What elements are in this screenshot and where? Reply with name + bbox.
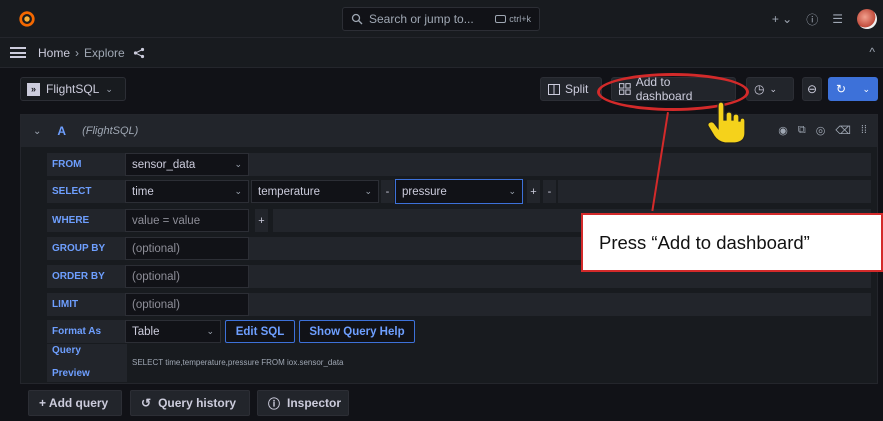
query-row-header[interactable]: ⌄ A (FlightSQL) ◉ ⧉ ◎ ⌫ ⁞⁞ (21, 115, 877, 147)
breadcrumb-bar: Home › Explore ^ (0, 38, 883, 68)
query-row-actions: ◉ ⧉ ◎ ⌫ ⁞⁞ (778, 124, 867, 137)
order-by-label: ORDER BY (47, 265, 127, 288)
trash-icon[interactable]: ⌫ (835, 124, 851, 137)
row-spacer (558, 180, 871, 203)
row-spacer (249, 153, 871, 176)
add-condition-button[interactable]: + (255, 209, 268, 232)
edit-sql-button[interactable]: Edit SQL (225, 320, 295, 343)
search-icon (351, 13, 363, 25)
time-picker-button[interactable]: ◷ ⌄ (746, 77, 794, 101)
where-label: WHERE (47, 209, 127, 232)
chevron-down-icon[interactable]: ⌄ (33, 126, 41, 137)
datasource-picker[interactable]: » FlightSQL ⌄ (20, 77, 126, 101)
new-menu-button[interactable]: + ⌄ (772, 12, 792, 26)
group-by-label: GROUP BY (47, 237, 127, 260)
rss-icon[interactable]: ☰ (832, 12, 843, 26)
split-icon (548, 83, 560, 95)
menu-icon[interactable] (10, 47, 26, 58)
info-icon: ⓘ (268, 396, 281, 411)
chevron-down-icon: ⌄ (769, 83, 778, 94)
format-as-label: Format As (47, 320, 127, 343)
select-column-temperature[interactable]: temperature ⌄ (251, 180, 379, 203)
breadcrumb-separator: › (75, 45, 80, 60)
hand-pointer-icon (707, 101, 746, 144)
query-history-button[interactable]: ↺ Query history (130, 390, 250, 416)
query-letter[interactable]: A (57, 124, 66, 138)
chevron-down-icon: ⌄ (234, 186, 242, 196)
show-query-help-button[interactable]: Show Query Help (299, 320, 415, 343)
limit-label: LIMIT (47, 293, 127, 316)
chevron-down-icon: ⌄ (862, 83, 870, 94)
order-by-input[interactable]: (optional) (125, 265, 249, 288)
chevron-down-icon: ⌄ (105, 83, 113, 94)
top-nav-bar: Search or jump to... ctrl+k + ⌄ ⓘ ☰ (0, 0, 883, 38)
remove-column-button[interactable]: - (381, 180, 394, 203)
run-query-button[interactable]: ↻ ⌄ (828, 77, 878, 101)
duplicate-icon[interactable]: ⧉ (798, 124, 806, 137)
top-right-actions: + ⌄ ⓘ ☰ (772, 9, 877, 29)
history-icon: ↺ (141, 396, 152, 410)
zoom-out-icon: ⊖ (806, 82, 818, 96)
split-button[interactable]: Split (540, 77, 602, 101)
from-label: FROM (47, 153, 127, 176)
callout-text: Press “Add to dashboard” (599, 231, 810, 253)
instruction-callout: Press “Add to dashboard” (581, 213, 883, 272)
chevron-down-icon: ⌄ (234, 159, 242, 169)
row-spacer (249, 293, 871, 316)
inspector-button[interactable]: ⓘ Inspector (257, 390, 349, 416)
breadcrumb-current: Explore (84, 45, 125, 60)
chevron-up-icon[interactable]: ^ (869, 45, 875, 59)
clock-icon: ◷ (754, 82, 765, 96)
remove-column-button[interactable]: - (543, 180, 556, 203)
chevron-down-icon: ⌄ (508, 186, 516, 196)
help-icon[interactable]: ◉ (778, 124, 788, 137)
from-table-select[interactable]: sensor_data ⌄ (125, 153, 249, 176)
explore-toolbar: » FlightSQL ⌄ Split Add to dashboard ◷ ⌄… (0, 68, 883, 108)
query-datasource-label: (FlightSQL) (82, 125, 139, 137)
where-condition-input[interactable]: value = value (125, 209, 249, 232)
breadcrumb-home[interactable]: Home (38, 46, 70, 60)
limit-input[interactable]: (optional) (125, 293, 249, 316)
avatar[interactable] (857, 9, 877, 29)
chevron-down-icon: ⌄ (364, 186, 372, 196)
select-label: SELECT (47, 180, 127, 203)
datasource-icon: » (27, 82, 40, 96)
zoom-out-button[interactable]: ⊖ (802, 77, 822, 101)
group-by-input[interactable]: (optional) (125, 237, 249, 260)
chevron-down-icon: ⌄ (206, 326, 214, 336)
keyboard-shortcut-hint: ctrl+k (495, 14, 531, 24)
refresh-icon: ↻ (836, 82, 847, 96)
search-placeholder: Search or jump to... (369, 12, 474, 26)
query-preview-label: Query (47, 344, 127, 364)
select-column-time[interactable]: time ⌄ (125, 180, 249, 203)
search-input[interactable]: Search or jump to... ctrl+k (342, 7, 540, 31)
add-query-button[interactable]: + Add query (28, 390, 122, 416)
help-icon[interactable]: ⓘ (806, 11, 818, 28)
query-preview-label: Preview (47, 364, 127, 382)
datasource-name: FlightSQL (46, 82, 100, 96)
grafana-logo-icon[interactable] (18, 10, 36, 28)
select-column-pressure[interactable]: pressure ⌄ (395, 179, 523, 204)
eye-icon[interactable]: ◎ (816, 124, 826, 137)
drag-handle-icon[interactable]: ⁞⁞ (861, 124, 867, 137)
share-icon[interactable] (133, 47, 145, 59)
query-preview-sql: SELECT time,temperature,pressure FROM io… (132, 358, 344, 367)
add-column-button[interactable]: + (527, 180, 540, 203)
format-select[interactable]: Table ⌄ (125, 320, 221, 343)
keyboard-icon (495, 15, 507, 23)
